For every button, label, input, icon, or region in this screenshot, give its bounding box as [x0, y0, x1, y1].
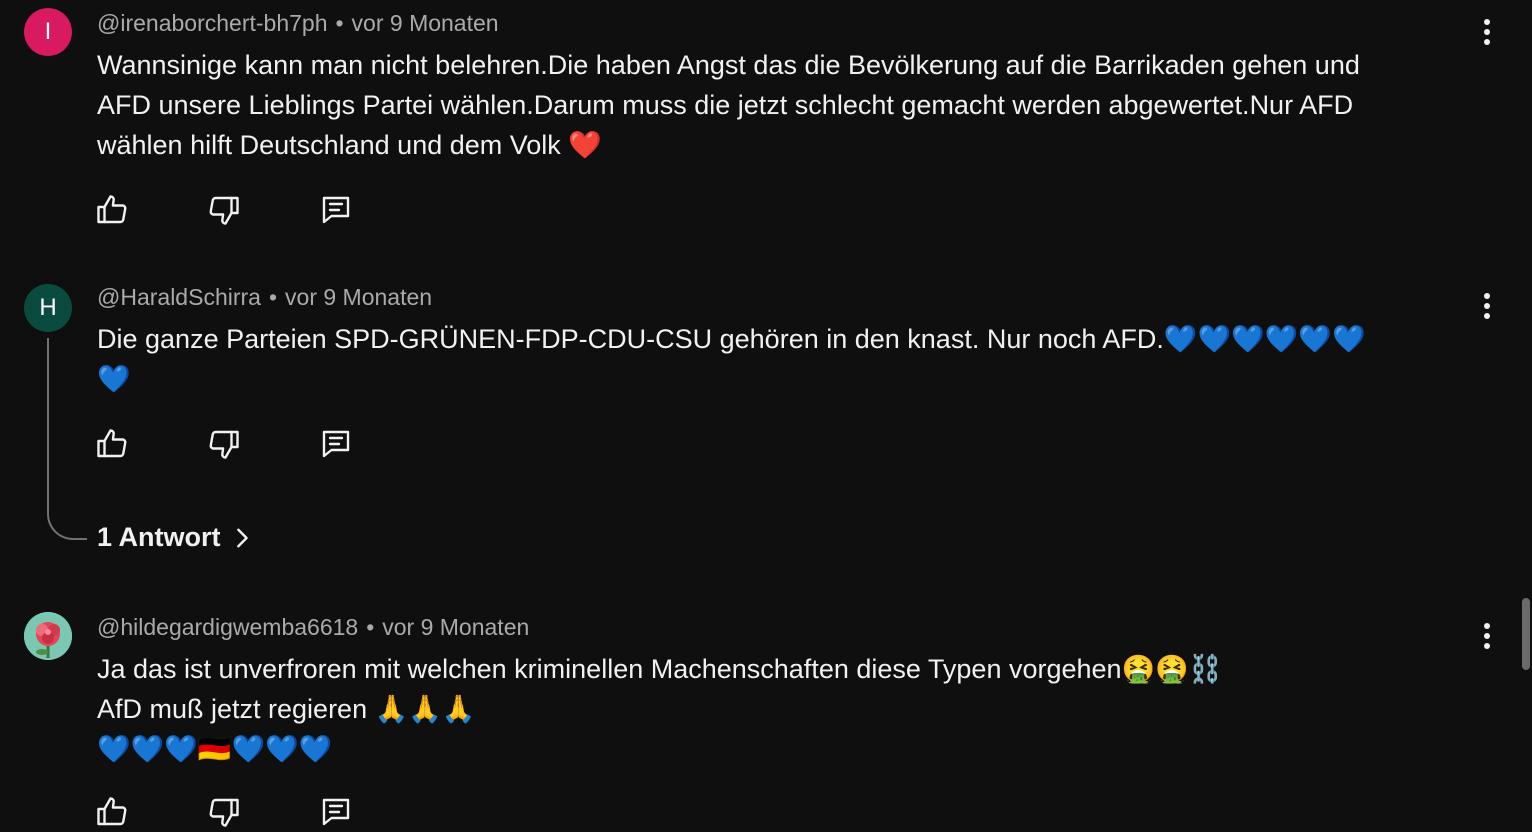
view-replies-button[interactable]: 1 Antwort — [97, 522, 253, 553]
thumbs-up-icon — [97, 797, 127, 826]
reply-button[interactable] — [318, 190, 354, 230]
comment-icon — [322, 196, 350, 224]
dislike-button[interactable] — [206, 792, 242, 832]
comment-text: Ja das ist unverfroren mit welchen krimi… — [97, 649, 1477, 769]
meta-separator: • — [366, 614, 375, 640]
thumbs-down-icon — [209, 798, 239, 827]
comment-icon — [322, 430, 350, 458]
reply-thread-line — [47, 338, 87, 540]
more-options-button[interactable] — [1472, 286, 1502, 326]
more-options-button[interactable] — [1472, 616, 1502, 656]
avatar[interactable] — [24, 612, 72, 660]
comment-text-line: AfD muß jetzt regieren 🙏🙏🙏 — [97, 694, 476, 724]
comment-meta: @HaraldSchirra • vor 9 Monaten — [97, 284, 432, 311]
reply-button[interactable] — [318, 792, 354, 832]
comment-text-line: Die ganze Parteien SPD-GRÜNEN-FDP-CDU-CS… — [97, 324, 1366, 354]
avatar[interactable]: H — [24, 284, 72, 332]
author-name[interactable]: @HaraldSchirra — [97, 284, 261, 310]
comment-text-line: AFD unsere Lieblings Partei wählen.Darum… — [97, 90, 1354, 120]
reply-button[interactable] — [318, 424, 354, 464]
comment-actions — [94, 792, 354, 832]
chevron-right-icon — [236, 528, 248, 547]
comment-text: Die ganze Parteien SPD-GRÜNEN-FDP-CDU-CS… — [97, 319, 1477, 399]
comment-text-line: Wannsinige kann man nicht belehren.Die h… — [97, 50, 1360, 80]
comment-text-line: Ja das ist unverfroren mit welchen krimi… — [97, 654, 1223, 684]
comment-meta: @irenaborchert-bh7ph • vor 9 Monaten — [97, 10, 499, 37]
comment-text-line: wählen hilft Deutschland und dem Volk ❤️ — [97, 130, 602, 160]
meta-separator: • — [335, 10, 344, 36]
comment-actions — [94, 190, 354, 230]
thumbs-down-icon — [209, 196, 239, 225]
comment-time[interactable]: vor 9 Monaten — [285, 284, 432, 310]
comment-time[interactable]: vor 9 Monaten — [352, 10, 499, 36]
avatar[interactable]: I — [24, 8, 72, 56]
comment-icon — [322, 798, 350, 826]
scrollbar-thumb[interactable] — [1522, 598, 1530, 670]
thumbs-up-icon — [97, 429, 127, 458]
comment-time[interactable]: vor 9 Monaten — [382, 614, 529, 640]
thumbs-up-icon — [97, 195, 127, 224]
author-name[interactable]: @irenaborchert-bh7ph — [97, 10, 327, 36]
dislike-button[interactable] — [206, 190, 242, 230]
comment-text: Wannsinige kann man nicht belehren.Die h… — [97, 45, 1477, 165]
author-name[interactable]: @hildegardigwemba6618 — [97, 614, 358, 640]
thumbs-down-icon — [209, 430, 239, 459]
more-vertical-icon — [1484, 293, 1490, 319]
more-vertical-icon — [1484, 623, 1490, 649]
like-button[interactable] — [94, 190, 130, 230]
more-options-button[interactable] — [1472, 12, 1502, 52]
comment-meta: @hildegardigwemba6618 • vor 9 Monaten — [97, 614, 529, 641]
more-vertical-icon — [1484, 19, 1490, 45]
like-button[interactable] — [94, 424, 130, 464]
flower-avatar-image — [24, 612, 72, 660]
meta-separator: • — [268, 284, 278, 310]
dislike-button[interactable] — [206, 424, 242, 464]
like-button[interactable] — [94, 792, 130, 832]
comment-text-line: 💙 — [97, 364, 131, 394]
comment-actions — [94, 424, 354, 464]
replies-count-label: 1 Antwort — [97, 522, 221, 552]
comment-text-line: 💙💙💙🇩🇪💙💙💙 — [97, 734, 333, 764]
comments-page: I @irenaborchert-bh7ph • vor 9 Monaten Wan… — [0, 0, 1532, 832]
